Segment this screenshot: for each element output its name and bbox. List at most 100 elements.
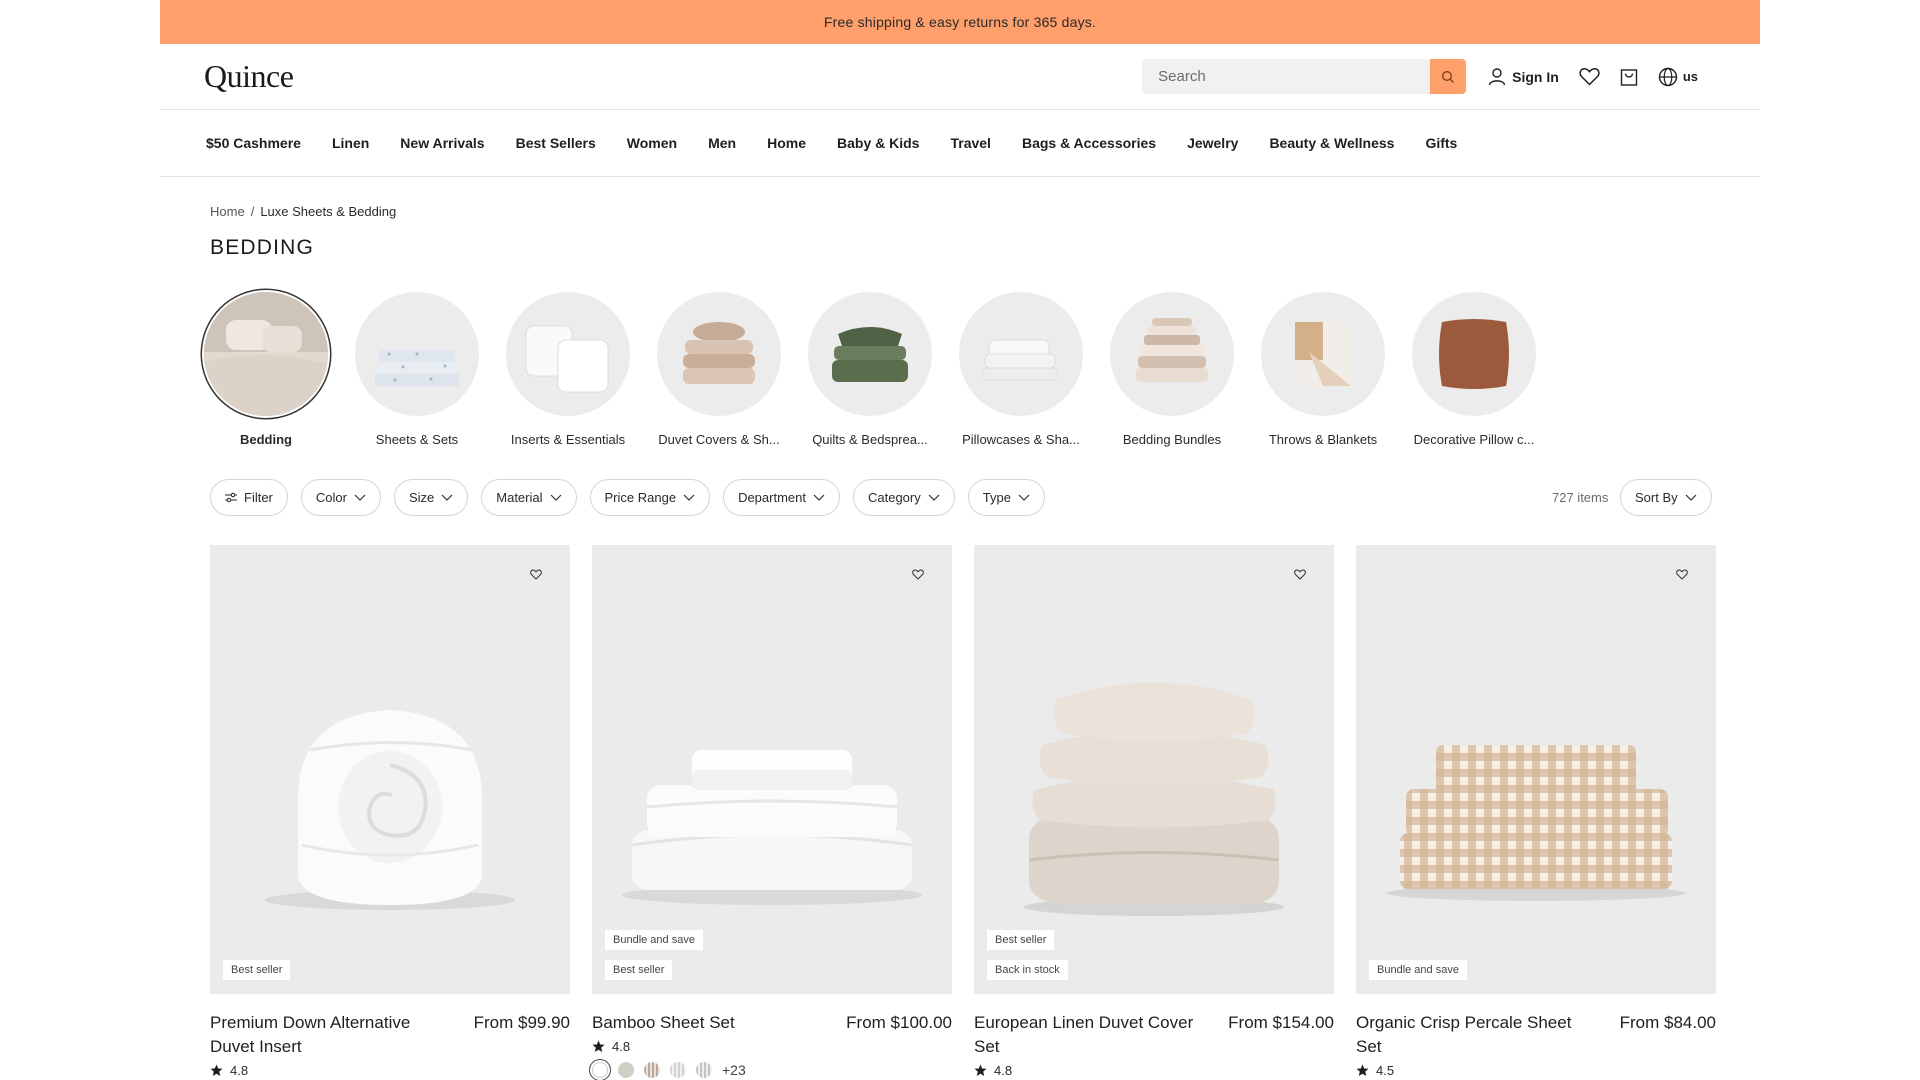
- category-duvet-covers[interactable]: Duvet Covers & Sh...: [657, 292, 781, 447]
- star-icon: [592, 1040, 605, 1052]
- filter-material[interactable]: Material: [481, 479, 577, 516]
- chevron-down-icon: [813, 494, 825, 501]
- category-label: Inserts & Essentials: [510, 432, 626, 447]
- pill-label: Department: [738, 490, 806, 505]
- nav-item-home[interactable]: Home: [767, 135, 806, 151]
- sort-by-label: Sort By: [1635, 490, 1678, 505]
- category-quilts-bedspreads[interactable]: Quilts & Bedsprea...: [808, 292, 932, 447]
- search-input[interactable]: [1142, 59, 1431, 94]
- category-sheets-sets[interactable]: Sheets & Sets: [355, 292, 479, 447]
- product-info: Bamboo Sheet Set From $100.00: [592, 1011, 952, 1035]
- swatch-stripe[interactable]: [644, 1062, 660, 1078]
- category-image: [1110, 292, 1234, 416]
- locale-selector[interactable]: us: [1658, 67, 1698, 87]
- category-decorative-pillow[interactable]: Decorative Pillow c...: [1412, 292, 1536, 447]
- filter-color[interactable]: Color: [300, 479, 381, 516]
- swatch-white[interactable]: [592, 1062, 608, 1078]
- pill-label: Category: [867, 490, 921, 505]
- product-price: From $84.00: [1619, 1013, 1716, 1032]
- wishlist-toggle[interactable]: [1294, 567, 1306, 585]
- product-card[interactable]: Best seller Back in stock European Linen…: [974, 545, 1334, 1078]
- wishlist-button[interactable]: [1579, 67, 1600, 86]
- product-price: From $99.90: [473, 1013, 570, 1032]
- breadcrumb: Home / Luxe Sheets & Bedding: [210, 204, 396, 219]
- rating-value: 4.8: [994, 1063, 1013, 1078]
- nav-item-bags-accessories[interactable]: Bags & Accessories: [1022, 135, 1156, 151]
- category-inserts-essentials[interactable]: Inserts & Essentials: [506, 292, 630, 447]
- wishlist-toggle[interactable]: [1676, 567, 1688, 585]
- category-label: Quilts & Bedsprea...: [812, 432, 928, 447]
- product-rating: 4.8: [974, 1063, 1334, 1078]
- sort-by-dropdown[interactable]: Sort By: [1620, 479, 1712, 516]
- product-name[interactable]: European Linen Duvet Cover Set: [974, 1011, 1204, 1059]
- nav-item-best-sellers[interactable]: Best Sellers: [516, 135, 596, 151]
- product-card[interactable]: Bundle and save Organic Crisp Percale Sh…: [1356, 545, 1716, 1078]
- wishlist-toggle[interactable]: [912, 567, 924, 585]
- search-button[interactable]: [1430, 59, 1467, 94]
- swatch-more-count[interactable]: +23: [722, 1062, 746, 1078]
- wishlist-toggle[interactable]: [530, 567, 542, 585]
- category-throws-blankets[interactable]: Throws & Blankets: [1261, 292, 1385, 447]
- product-image[interactable]: Bundle and save: [1356, 545, 1716, 994]
- breadcrumb-home[interactable]: Home: [210, 204, 245, 219]
- product-name[interactable]: Premium Down Alternative Duvet Insert: [210, 1011, 440, 1059]
- filter-category[interactable]: Category: [852, 479, 955, 516]
- swatch-stripe-light[interactable]: [670, 1062, 686, 1078]
- star-icon: [974, 1064, 987, 1076]
- pill-label: Type: [982, 490, 1011, 505]
- product-name[interactable]: Organic Crisp Percale Sheet Set: [1356, 1011, 1586, 1059]
- nav-item-new-arrivals[interactable]: New Arrivals: [400, 135, 484, 151]
- chevron-down-icon: [441, 494, 453, 501]
- category-bedding[interactable]: Bedding: [204, 292, 328, 447]
- logo[interactable]: Quince: [204, 58, 294, 95]
- category-bedding-bundles[interactable]: Bedding Bundles: [1110, 292, 1234, 447]
- filter-size[interactable]: Size: [393, 479, 469, 516]
- nav-item-linen[interactable]: Linen: [332, 135, 369, 151]
- swatch-stripe-grey[interactable]: [696, 1062, 712, 1078]
- product-card[interactable]: Bundle and save Best seller Bamboo Sheet…: [592, 545, 952, 1078]
- category-image: [657, 292, 781, 416]
- nav-item-travel[interactable]: Travel: [950, 135, 990, 151]
- product-info: Premium Down Alternative Duvet Insert Fr…: [210, 1011, 570, 1059]
- badge: Bundle and save: [1369, 960, 1467, 980]
- product-image[interactable]: Bundle and save Best seller: [592, 545, 952, 994]
- nav-item-women[interactable]: Women: [627, 135, 677, 151]
- filter-price-range[interactable]: Price Range: [589, 479, 711, 516]
- product-image[interactable]: Best seller Back in stock: [974, 545, 1334, 994]
- filter-department[interactable]: Department: [723, 479, 840, 516]
- product-price: From $154.00: [1228, 1013, 1334, 1032]
- nav-item-cashmere[interactable]: $50 Cashmere: [206, 135, 301, 151]
- heart-icon: [1579, 68, 1600, 86]
- nav-item-gifts[interactable]: Gifts: [1425, 135, 1457, 151]
- product-card[interactable]: Best seller Premium Down Alternative Duv…: [210, 545, 570, 1078]
- product-info: European Linen Duvet Cover Set From $154…: [974, 1011, 1334, 1059]
- bag-icon: [1620, 69, 1638, 86]
- badge: Best seller: [605, 960, 673, 980]
- product-info: Organic Crisp Percale Sheet Set From $84…: [1356, 1011, 1716, 1059]
- category-pillowcases[interactable]: Pillowcases & Sha...: [959, 292, 1083, 447]
- nav-item-men[interactable]: Men: [708, 135, 736, 151]
- promo-banner: Free shipping & easy returns for 365 day…: [160, 0, 1760, 44]
- badge-group: Bundle and save: [1369, 960, 1467, 980]
- chevron-down-icon: [354, 494, 366, 501]
- product-name[interactable]: Bamboo Sheet Set: [592, 1011, 735, 1035]
- nav-item-baby-kids[interactable]: Baby & Kids: [837, 135, 919, 151]
- cart-button[interactable]: [1620, 67, 1638, 86]
- filter-type[interactable]: Type: [967, 479, 1045, 516]
- sign-in-link[interactable]: Sign In: [1488, 67, 1559, 86]
- filter-button[interactable]: Filter: [210, 479, 288, 516]
- nav-item-beauty-wellness[interactable]: Beauty & Wellness: [1269, 135, 1394, 151]
- product-image[interactable]: Best seller: [210, 545, 570, 994]
- category-label: Bedding: [240, 432, 292, 447]
- pill-label: Material: [496, 490, 543, 505]
- category-image: [1412, 292, 1536, 416]
- badge-group: Bundle and save Best seller: [605, 930, 703, 980]
- badge-group: Best seller: [223, 960, 291, 980]
- category-label: Decorative Pillow c...: [1413, 432, 1535, 447]
- category-image: [506, 292, 630, 416]
- nav-item-jewelry[interactable]: Jewelry: [1187, 135, 1238, 151]
- breadcrumb-current[interactable]: Luxe Sheets & Bedding: [260, 204, 396, 219]
- category-label: Pillowcases & Sha...: [962, 432, 1080, 447]
- swatch-sage[interactable]: [618, 1062, 634, 1078]
- globe-icon: [1658, 67, 1678, 86]
